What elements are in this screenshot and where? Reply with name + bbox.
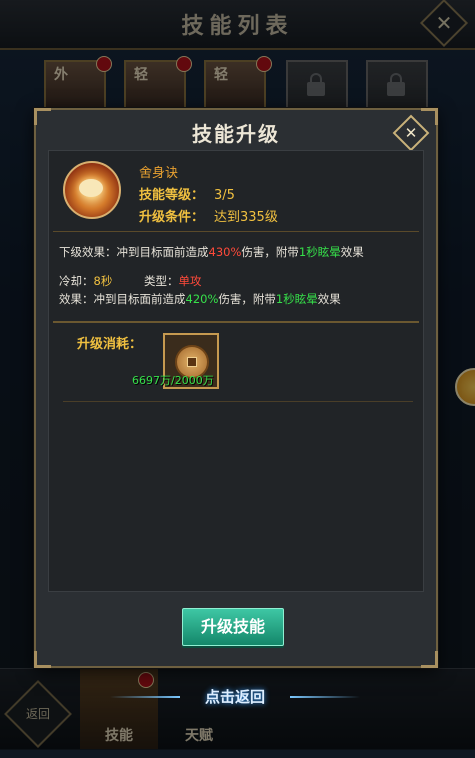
effect-text: 效果：冲到目标面前造成 bbox=[59, 292, 186, 306]
upgrade-cost-label: 升级消耗： bbox=[77, 337, 143, 352]
upgrade-condition-row: 升级条件： 达到335级 bbox=[139, 206, 278, 225]
cooldown-label: 冷却： bbox=[59, 274, 94, 288]
divider bbox=[53, 231, 419, 232]
divider bbox=[53, 321, 419, 323]
skill-icon bbox=[63, 161, 121, 219]
corner-ornament bbox=[421, 651, 438, 668]
type-label: 类型： bbox=[143, 274, 179, 288]
type-value: 单攻 bbox=[178, 274, 202, 288]
upgrade-condition-value: 达到335级 bbox=[214, 210, 278, 225]
effect-text: 效果 bbox=[317, 292, 341, 306]
corner-ornament bbox=[34, 651, 51, 668]
effect-damage-value: 430% bbox=[208, 245, 242, 259]
skill-level-row: 技能等级： 3/5 bbox=[139, 184, 235, 203]
skill-detail-panel: 舍身诀 技能等级： 3/5 升级条件： 达到335级 下级效果：冲到目标面前造成43… bbox=[48, 150, 424, 592]
effect-stun-value: 1秒眩晕 bbox=[298, 245, 341, 259]
cooldown-type-row: 冷却：8秒 类型：单攻 bbox=[59, 273, 201, 289]
divider bbox=[63, 401, 413, 402]
effect-text: 伤害，附带 bbox=[218, 292, 276, 306]
cooldown-value: 8秒 bbox=[93, 274, 113, 288]
tap-to-return-hint[interactable]: 点击返回 bbox=[110, 684, 360, 710]
effect-damage-value: 420% bbox=[185, 292, 219, 306]
effect-text: 下级效果：冲到目标面前造成 bbox=[59, 245, 209, 259]
effect-text: 伤害，附带 bbox=[241, 245, 299, 259]
skill-level-value: 3/5 bbox=[214, 188, 235, 203]
skill-level-label: 技能等级： bbox=[139, 188, 205, 203]
current-effect: 效果：冲到目标面前造成420%伤害，附带1秒眩晕效果 bbox=[59, 291, 341, 307]
dialog-title: 技能升级 bbox=[192, 122, 280, 146]
close-icon: ✕ bbox=[404, 124, 418, 142]
upgrade-condition-label: 升级条件： bbox=[139, 210, 205, 225]
effect-text: 效果 bbox=[340, 245, 364, 259]
effect-stun-value: 1秒眩晕 bbox=[275, 292, 318, 306]
skill-name: 舍身诀 bbox=[139, 166, 179, 181]
cost-item-count: 6697万/2000万 bbox=[132, 374, 214, 387]
upgrade-skill-button[interactable]: 升级技能 bbox=[182, 608, 284, 646]
skill-upgrade-dialog: 技能升级 ✕ 舍身诀 技能等级： 3/5 升级条件： 达到335级 下级效果：冲到目… bbox=[34, 108, 438, 668]
next-level-effect: 下级效果：冲到目标面前造成430%伤害，附带1秒眩晕效果 bbox=[59, 244, 364, 260]
